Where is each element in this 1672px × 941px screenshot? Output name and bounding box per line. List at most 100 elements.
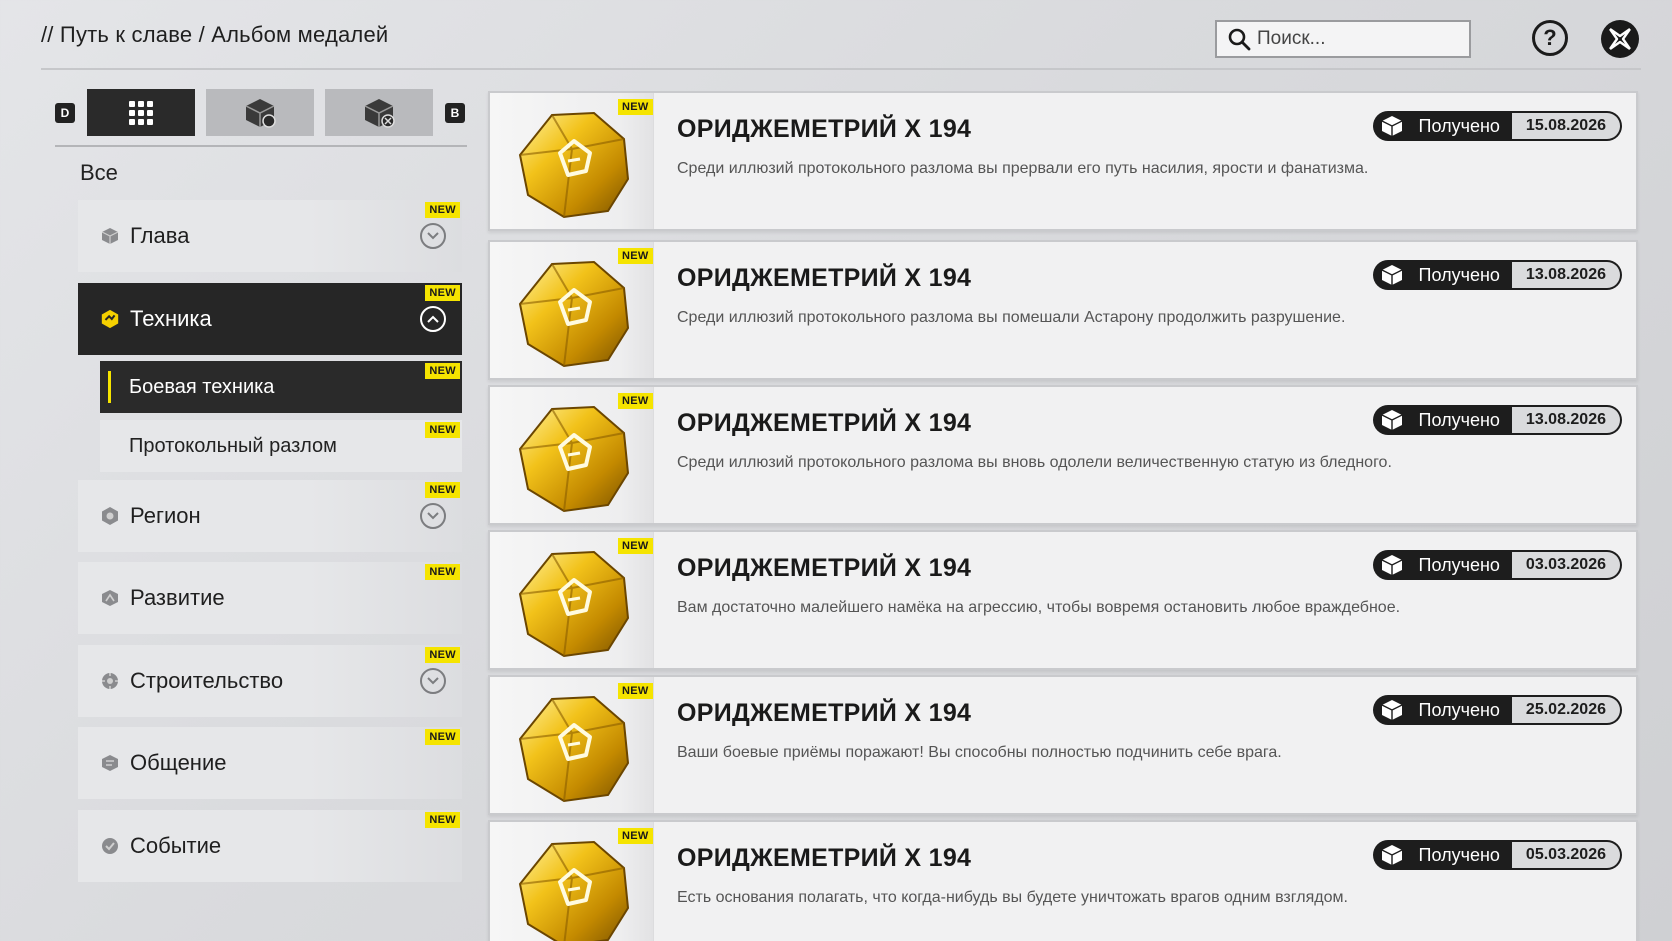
cube-icon xyxy=(100,506,120,526)
new-badge: NEW xyxy=(618,538,653,554)
category-label: Развитие xyxy=(130,585,225,610)
status-text: Получено xyxy=(1418,409,1500,430)
medal-gold-icon xyxy=(518,260,630,368)
category-label: Регион xyxy=(130,503,201,528)
search-icon xyxy=(1228,28,1251,51)
new-badge: NEW xyxy=(618,99,653,115)
medal-obtained-icon xyxy=(1381,410,1402,430)
category-construction[interactable]: Строительство NEW xyxy=(78,645,462,717)
category-development[interactable]: Развитие NEW xyxy=(78,562,462,634)
category-label: Общение xyxy=(130,750,227,775)
new-badge: NEW xyxy=(425,202,460,218)
medal-title: ОРИДЖЕМЕТРИЙ X 194 xyxy=(677,264,972,292)
category-communication[interactable]: Общение NEW xyxy=(78,727,462,799)
medal-description: Среди иллюзий протокольного разлома вы в… xyxy=(677,454,1392,471)
category-chapter[interactable]: Глава NEW xyxy=(78,200,462,272)
status-badge: Получено 13.08.2026 xyxy=(1372,405,1622,435)
tab-locked-medals[interactable] xyxy=(325,89,433,136)
help-icon: ? xyxy=(1543,25,1557,50)
status-date: 25.02.2026 xyxy=(1511,695,1622,725)
close-button[interactable] xyxy=(1601,20,1639,58)
status-text: Получено xyxy=(1418,844,1500,865)
new-badge: NEW xyxy=(618,683,653,699)
medal-cube-lock-icon xyxy=(364,98,395,128)
new-badge: NEW xyxy=(425,729,460,745)
new-badge: NEW xyxy=(618,393,653,409)
status-date: 03.03.2026 xyxy=(1511,550,1622,580)
new-badge: NEW xyxy=(425,363,460,379)
category-label: Строительство xyxy=(130,668,284,693)
medal-card[interactable]: NEW ОРИДЖЕМЕТРИЙ X 194 Есть основания по… xyxy=(488,820,1638,941)
status-badge: Получено 05.03.2026 xyxy=(1372,840,1622,870)
status-label-wrap: Получено xyxy=(1372,111,1512,141)
chevron-down-icon[interactable] xyxy=(420,668,446,694)
search-input[interactable] xyxy=(1257,28,1447,50)
medal-title: ОРИДЖЕМЕТРИЙ X 194 xyxy=(677,554,972,582)
medal-title: ОРИДЖЕМЕТРИЙ X 194 xyxy=(677,699,972,727)
category-label: Техника xyxy=(130,306,212,331)
chevron-down-icon[interactable] xyxy=(420,223,446,249)
medal-card[interactable]: NEW ОРИДЖЕМЕТРИЙ X 194 Вам достаточно ма… xyxy=(488,530,1638,670)
chevron-down-icon[interactable] xyxy=(420,503,446,529)
event-icon xyxy=(100,836,120,856)
category-region[interactable]: Регион NEW xyxy=(78,480,462,552)
sidebar-divider xyxy=(55,145,467,147)
subcategory-label: Протокольный разлом xyxy=(129,434,337,457)
search-box[interactable] xyxy=(1215,20,1471,58)
medal-description: Вам достаточно малейшего намёка на агрес… xyxy=(677,599,1401,616)
medal-obtained-icon xyxy=(1381,555,1402,575)
category-all[interactable]: Все xyxy=(80,160,118,186)
medal-description: Среди иллюзий протокольного разлома вы п… xyxy=(677,309,1346,326)
new-badge: NEW xyxy=(425,647,460,663)
status-label-wrap: Получено xyxy=(1372,550,1512,580)
status-badge: Получено 13.08.2026 xyxy=(1372,260,1622,290)
hexagon-icon xyxy=(100,309,120,329)
status-label-wrap: Получено xyxy=(1372,840,1512,870)
status-badge: Получено 25.02.2026 xyxy=(1372,695,1622,725)
medal-card[interactable]: NEW ОРИДЖЕМЕТРИЙ X 194 Среди иллюзий про… xyxy=(488,385,1638,525)
category-event[interactable]: Событие NEW xyxy=(78,810,462,882)
cube-icon xyxy=(100,753,120,773)
status-text: Получено xyxy=(1418,115,1500,136)
medal-obtained-icon xyxy=(1381,265,1402,285)
medal-thumbnail: NEW xyxy=(490,387,654,523)
medal-description: Среди иллюзий протокольного разлома вы п… xyxy=(677,160,1369,177)
medal-description: Ваши боевые приёмы поражают! Вы способны… xyxy=(677,744,1282,761)
new-badge: NEW xyxy=(618,248,653,264)
category-technique[interactable]: Техника NEW xyxy=(78,283,462,355)
status-date: 05.03.2026 xyxy=(1511,840,1622,870)
subcategory-label: Боевая техника xyxy=(129,375,275,398)
medal-title: ОРИДЖЕМЕТРИЙ X 194 xyxy=(677,409,972,437)
new-badge: NEW xyxy=(425,422,460,438)
chevron-up-icon[interactable] xyxy=(420,306,446,332)
status-badge: Получено 03.03.2026 xyxy=(1372,550,1622,580)
key-hint-left: D xyxy=(55,103,75,123)
medal-title: ОРИДЖЕМЕТРИЙ X 194 xyxy=(677,115,972,143)
medal-gold-icon xyxy=(518,695,630,803)
medal-gold-icon xyxy=(518,111,630,219)
grid-icon xyxy=(129,100,153,125)
medal-card[interactable]: NEW ОРИДЖЕМЕТРИЙ X 194 Ваши боевые приём… xyxy=(488,675,1638,815)
tab-obtained-medals[interactable] xyxy=(206,89,314,136)
status-badge: Получено 15.08.2026 xyxy=(1372,111,1622,141)
tab-all-medals[interactable] xyxy=(87,89,195,136)
medal-obtained-icon xyxy=(1381,116,1402,136)
new-badge: NEW xyxy=(425,812,460,828)
medal-thumbnail: NEW xyxy=(490,677,654,813)
medal-cube-icon xyxy=(245,98,276,128)
status-date: 15.08.2026 xyxy=(1511,111,1622,141)
medal-obtained-icon xyxy=(1381,845,1402,865)
filter-bar: D B xyxy=(55,89,465,137)
subcategory-protocol-rift[interactable]: Протокольный разлом NEW xyxy=(100,420,462,472)
subcategory-combat-technique[interactable]: Боевая техника NEW xyxy=(100,361,462,413)
status-label-wrap: Получено xyxy=(1372,260,1512,290)
medal-card[interactable]: NEW ОРИДЖЕМЕТРИЙ X 194 Среди иллюзий про… xyxy=(488,240,1638,380)
status-text: Получено xyxy=(1418,554,1500,575)
help-button[interactable]: ? xyxy=(1532,20,1568,56)
new-badge: NEW xyxy=(425,564,460,580)
header-divider xyxy=(41,68,1641,70)
cube-icon xyxy=(100,226,120,246)
medal-obtained-icon xyxy=(1381,700,1402,720)
medal-thumbnail: NEW xyxy=(490,822,654,941)
medal-card[interactable]: NEW ОРИДЖЕМЕТРИЙ X 194 Среди иллюзий про… xyxy=(488,91,1638,231)
